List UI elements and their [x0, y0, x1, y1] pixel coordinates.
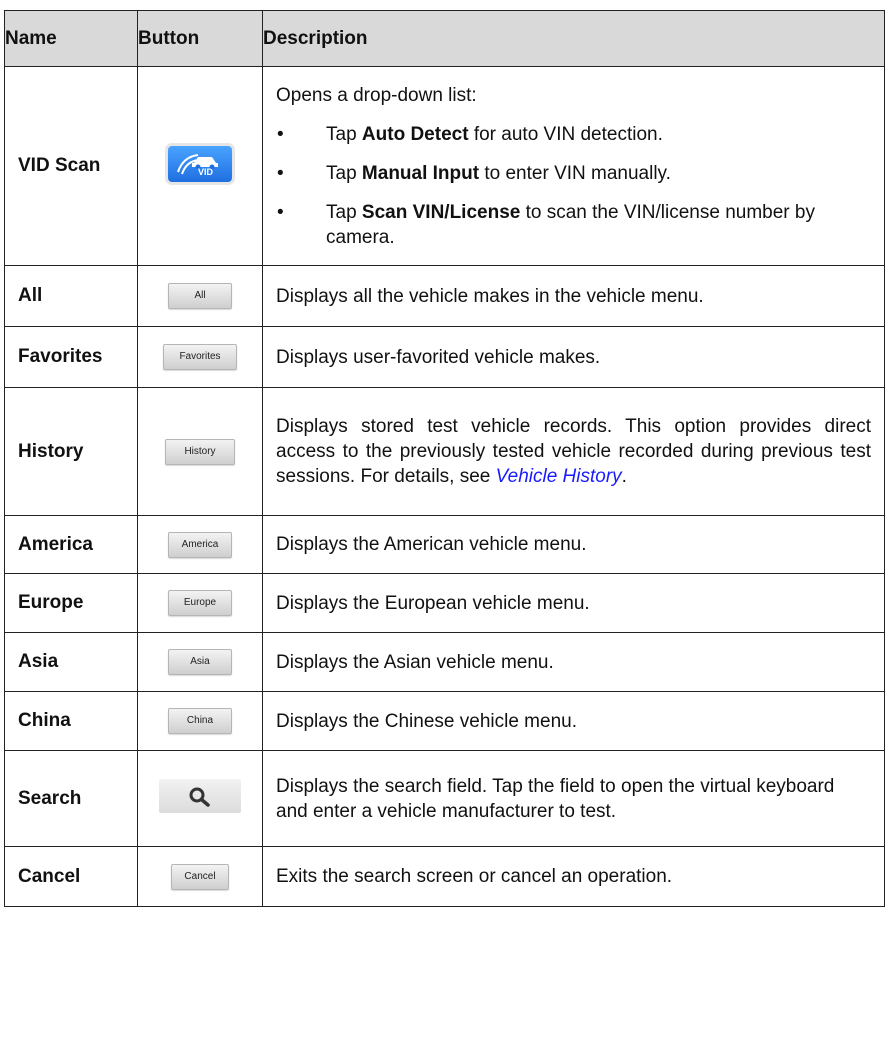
table-row: Favorites Favorites Displays user-favori…	[4, 326, 885, 388]
search-icon	[189, 787, 210, 807]
table-row: Cancel Cancel Exits the search screen or…	[4, 846, 885, 907]
list-item: • Tap Manual Input to enter VIN manually.	[277, 162, 671, 184]
table-row: VID Scan VID Opens a drop-down list: • Ta…	[4, 66, 885, 266]
header-button: Button	[137, 10, 263, 67]
row-description: Displays user-favorited vehicle makes.	[262, 326, 885, 388]
row-name: Search	[4, 750, 138, 847]
header-description: Description	[262, 10, 885, 67]
table-row: Europe Europe Displays the European vehi…	[4, 573, 885, 633]
vid-scan-button-label: VID	[198, 166, 214, 177]
cancel-button[interactable]: Cancel	[171, 863, 229, 890]
list-item: • Tap Scan VIN/License to scan the VIN/li…	[277, 201, 815, 248]
china-button[interactable]: China	[168, 708, 232, 734]
vid-scan-button[interactable]: VID	[168, 145, 232, 182]
row-name: Cancel	[4, 846, 138, 907]
row-description: Displays the Asian vehicle menu.	[262, 632, 885, 692]
row-name: VID Scan	[4, 66, 138, 266]
row-description: Exits the search screen or cancel an ope…	[262, 846, 885, 907]
row-name: All	[4, 265, 138, 327]
row-name: America	[4, 515, 138, 574]
row-name: Asia	[4, 632, 138, 692]
table-row: America America Displays the American ve…	[4, 515, 885, 574]
europe-button[interactable]: Europe	[168, 590, 232, 616]
row-description: Displays all the vehicle makes in the ve…	[262, 265, 885, 327]
row-description: Displays the search field. Tap the field…	[262, 750, 885, 847]
header-name: Name	[4, 10, 138, 67]
favorites-button[interactable]: Favorites	[163, 344, 237, 370]
table-row: China China Displays the Chinese vehicle…	[4, 691, 885, 751]
row-name: Favorites	[4, 326, 138, 388]
table-row: Search Displays the search field. Tap th…	[4, 750, 885, 847]
search-button[interactable]	[159, 779, 241, 813]
all-button[interactable]: All	[168, 283, 232, 309]
row-description: Displays the European vehicle menu.	[262, 573, 885, 633]
row-name: China	[4, 691, 138, 751]
asia-button[interactable]: Asia	[168, 649, 232, 675]
vehicle-history-link[interactable]: Vehicle History	[496, 466, 622, 487]
list-item: • Tap Auto Detect for auto VIN detection.	[277, 123, 663, 145]
history-button[interactable]: History	[165, 438, 235, 465]
row-description: Displays the Chinese vehicle menu.	[262, 691, 885, 751]
america-button[interactable]: America	[168, 531, 232, 558]
button-reference-table: Name Button Description VID Scan VID Ope…	[4, 10, 885, 907]
table-row: Asia Asia Displays the Asian vehicle men…	[4, 632, 885, 692]
table-row: History History Displays stored test veh…	[4, 387, 885, 516]
vid-intro: Opens a drop-down list:	[276, 84, 477, 106]
row-description: Displays the American vehicle menu.	[262, 515, 885, 574]
row-name: History	[4, 387, 138, 516]
table-row: All All Displays all the vehicle makes i…	[4, 265, 885, 327]
row-name: Europe	[4, 573, 138, 633]
table-header-row: Name Button Description	[4, 10, 885, 67]
